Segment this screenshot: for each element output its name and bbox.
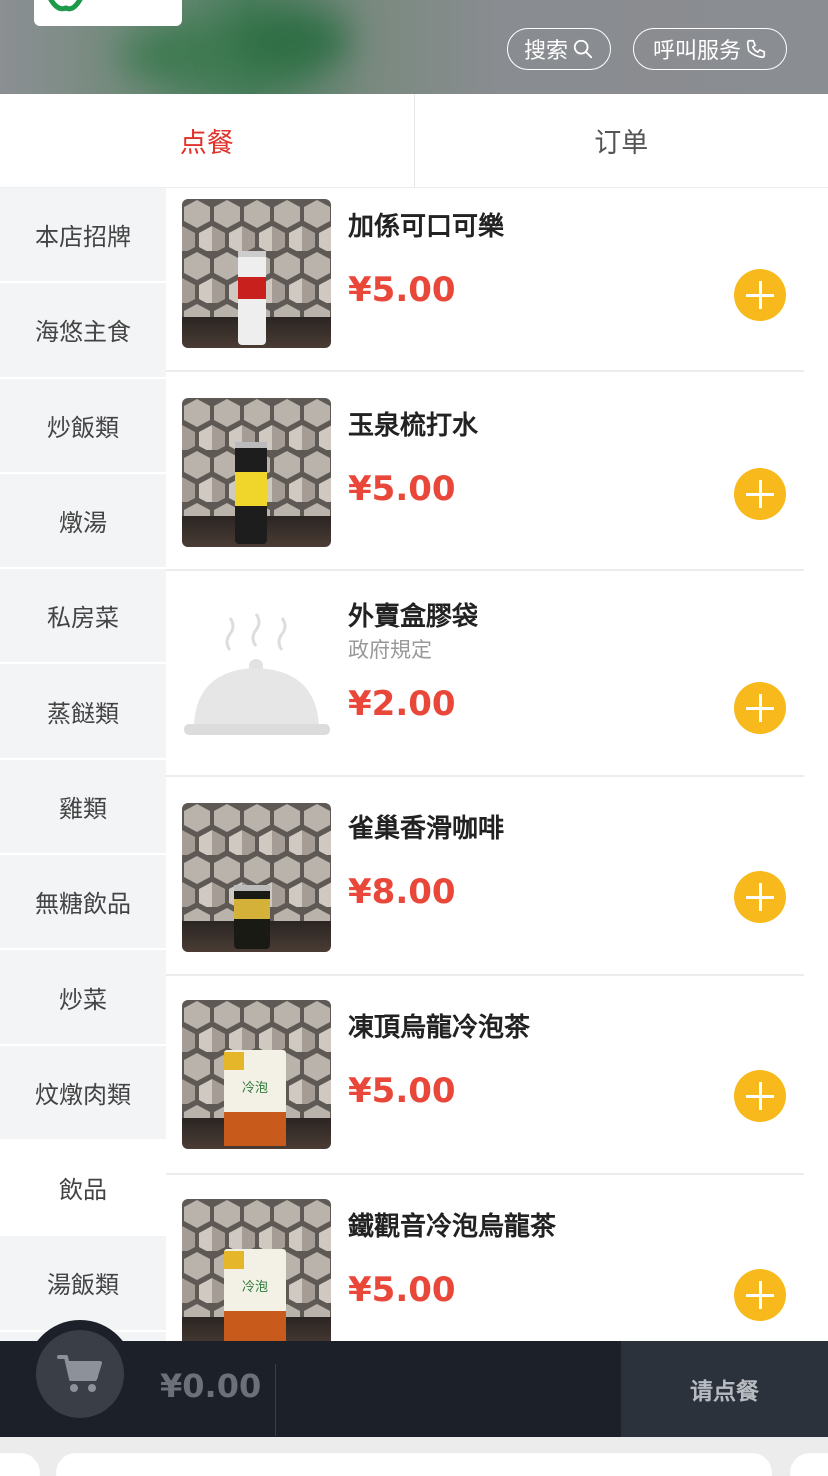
cart-button[interactable] — [26, 1320, 134, 1428]
item-name: 鐵觀音冷泡烏龍茶 — [348, 1212, 557, 1242]
item-price: ¥2.00 — [348, 684, 456, 724]
logo — [34, 0, 182, 26]
sidebar-item-chicken[interactable]: 雞類 — [0, 760, 166, 856]
add-item-button[interactable] — [734, 871, 786, 923]
bottom-card — [56, 1453, 772, 1476]
sidebar-item-private-dishes[interactable]: 私房菜 — [0, 569, 166, 665]
item-note: 政府規定 — [348, 638, 432, 662]
item-name: 外賣盒膠袋 — [348, 602, 479, 632]
place-order-button[interactable]: 请点餐 — [621, 1341, 828, 1437]
divider — [275, 1364, 276, 1436]
tab-bar: 点餐 订单 — [0, 94, 828, 188]
item-name: 加係可口可樂 — [348, 212, 505, 242]
bottom-card — [790, 1453, 828, 1476]
product-image — [182, 199, 331, 348]
header-banner: 搜索 呼叫服务 — [0, 0, 828, 94]
sidebar-item-steamed[interactable]: 蒸餸類 — [0, 664, 166, 760]
sidebar-item-staple[interactable]: 海悠主食 — [0, 283, 166, 379]
menu-list: 加係可口可樂 ¥5.00 玉泉梳打水 ¥5.00 外賣盒膠袋 政府規定 ¥2.0… — [166, 188, 828, 1341]
item-name: 雀巢香滑咖啡 — [348, 814, 505, 844]
bottom-card — [0, 1453, 40, 1476]
tab-orders[interactable]: 订单 — [413, 94, 828, 187]
tab-order-food[interactable]: 点餐 — [0, 94, 414, 187]
search-button[interactable]: 搜索 — [507, 28, 611, 70]
product-image — [182, 803, 331, 952]
sidebar-item-soup[interactable]: 燉湯 — [0, 474, 166, 570]
list-item: 冷泡 鐵觀音冷泡烏龍茶 ¥5.00 — [166, 1176, 804, 1341]
add-item-button[interactable] — [734, 682, 786, 734]
list-item: 加係可口可樂 ¥5.00 — [166, 188, 804, 372]
list-item: 玉泉梳打水 ¥5.00 — [166, 373, 804, 571]
sidebar-item-sugar-free-drinks[interactable]: 無糖飲品 — [0, 855, 166, 951]
item-name: 凍頂烏龍冷泡茶 — [348, 1013, 531, 1043]
search-icon — [573, 39, 593, 59]
item-name: 玉泉梳打水 — [348, 411, 479, 441]
svg-text:冷泡: 冷泡 — [242, 1280, 268, 1295]
list-item: 外賣盒膠袋 政府規定 ¥2.00 — [166, 572, 804, 777]
item-price: ¥8.00 — [348, 872, 456, 912]
search-label: 搜索 — [523, 39, 568, 64]
item-price: ¥5.00 — [348, 469, 456, 509]
list-item: 雀巢香滑咖啡 ¥8.00 — [166, 778, 804, 976]
bottom-strip — [0, 1437, 828, 1476]
call-service-button[interactable]: 呼叫服务 — [633, 28, 787, 70]
add-item-button[interactable] — [734, 1269, 786, 1321]
cart-total: ¥0.00 — [160, 1367, 262, 1405]
phone-icon — [746, 39, 766, 59]
add-item-button[interactable] — [734, 468, 786, 520]
call-service-label: 呼叫服务 — [652, 39, 741, 64]
cart-icon — [57, 1355, 102, 1392]
category-sidebar: 本店招牌 海悠主食 炒飯類 燉湯 私房菜 蒸餸類 雞類 無糖飲品 炒菜 炆燉肉類… — [0, 188, 166, 1341]
product-image: 冷泡 — [182, 1199, 331, 1341]
item-price: ¥5.00 — [348, 1270, 456, 1310]
list-item: 冷泡 凍頂烏龍冷泡茶 ¥5.00 — [166, 977, 804, 1175]
product-image-placeholder — [182, 600, 331, 749]
product-image: 冷泡 — [182, 1000, 331, 1149]
item-price: ¥5.00 — [348, 1071, 456, 1111]
product-image — [182, 398, 331, 547]
cloche-icon — [184, 613, 330, 735]
sidebar-item-soup-rice[interactable]: 湯飯類 — [0, 1236, 166, 1332]
sidebar-item-fried-rice[interactable]: 炒飯類 — [0, 379, 166, 474]
sidebar-item-drinks[interactable]: 飲品 — [0, 1140, 166, 1237]
sidebar-item-braised-meat[interactable]: 炆燉肉類 — [0, 1046, 166, 1141]
add-item-button[interactable] — [734, 269, 786, 321]
sidebar-item-stir-fry[interactable]: 炒菜 — [0, 950, 166, 1046]
logo-icon — [48, 0, 83, 12]
svg-text:冷泡: 冷泡 — [242, 1081, 268, 1096]
add-item-button[interactable] — [734, 1070, 786, 1122]
item-price: ¥5.00 — [348, 270, 456, 310]
sidebar-item-signature[interactable]: 本店招牌 — [0, 188, 166, 284]
